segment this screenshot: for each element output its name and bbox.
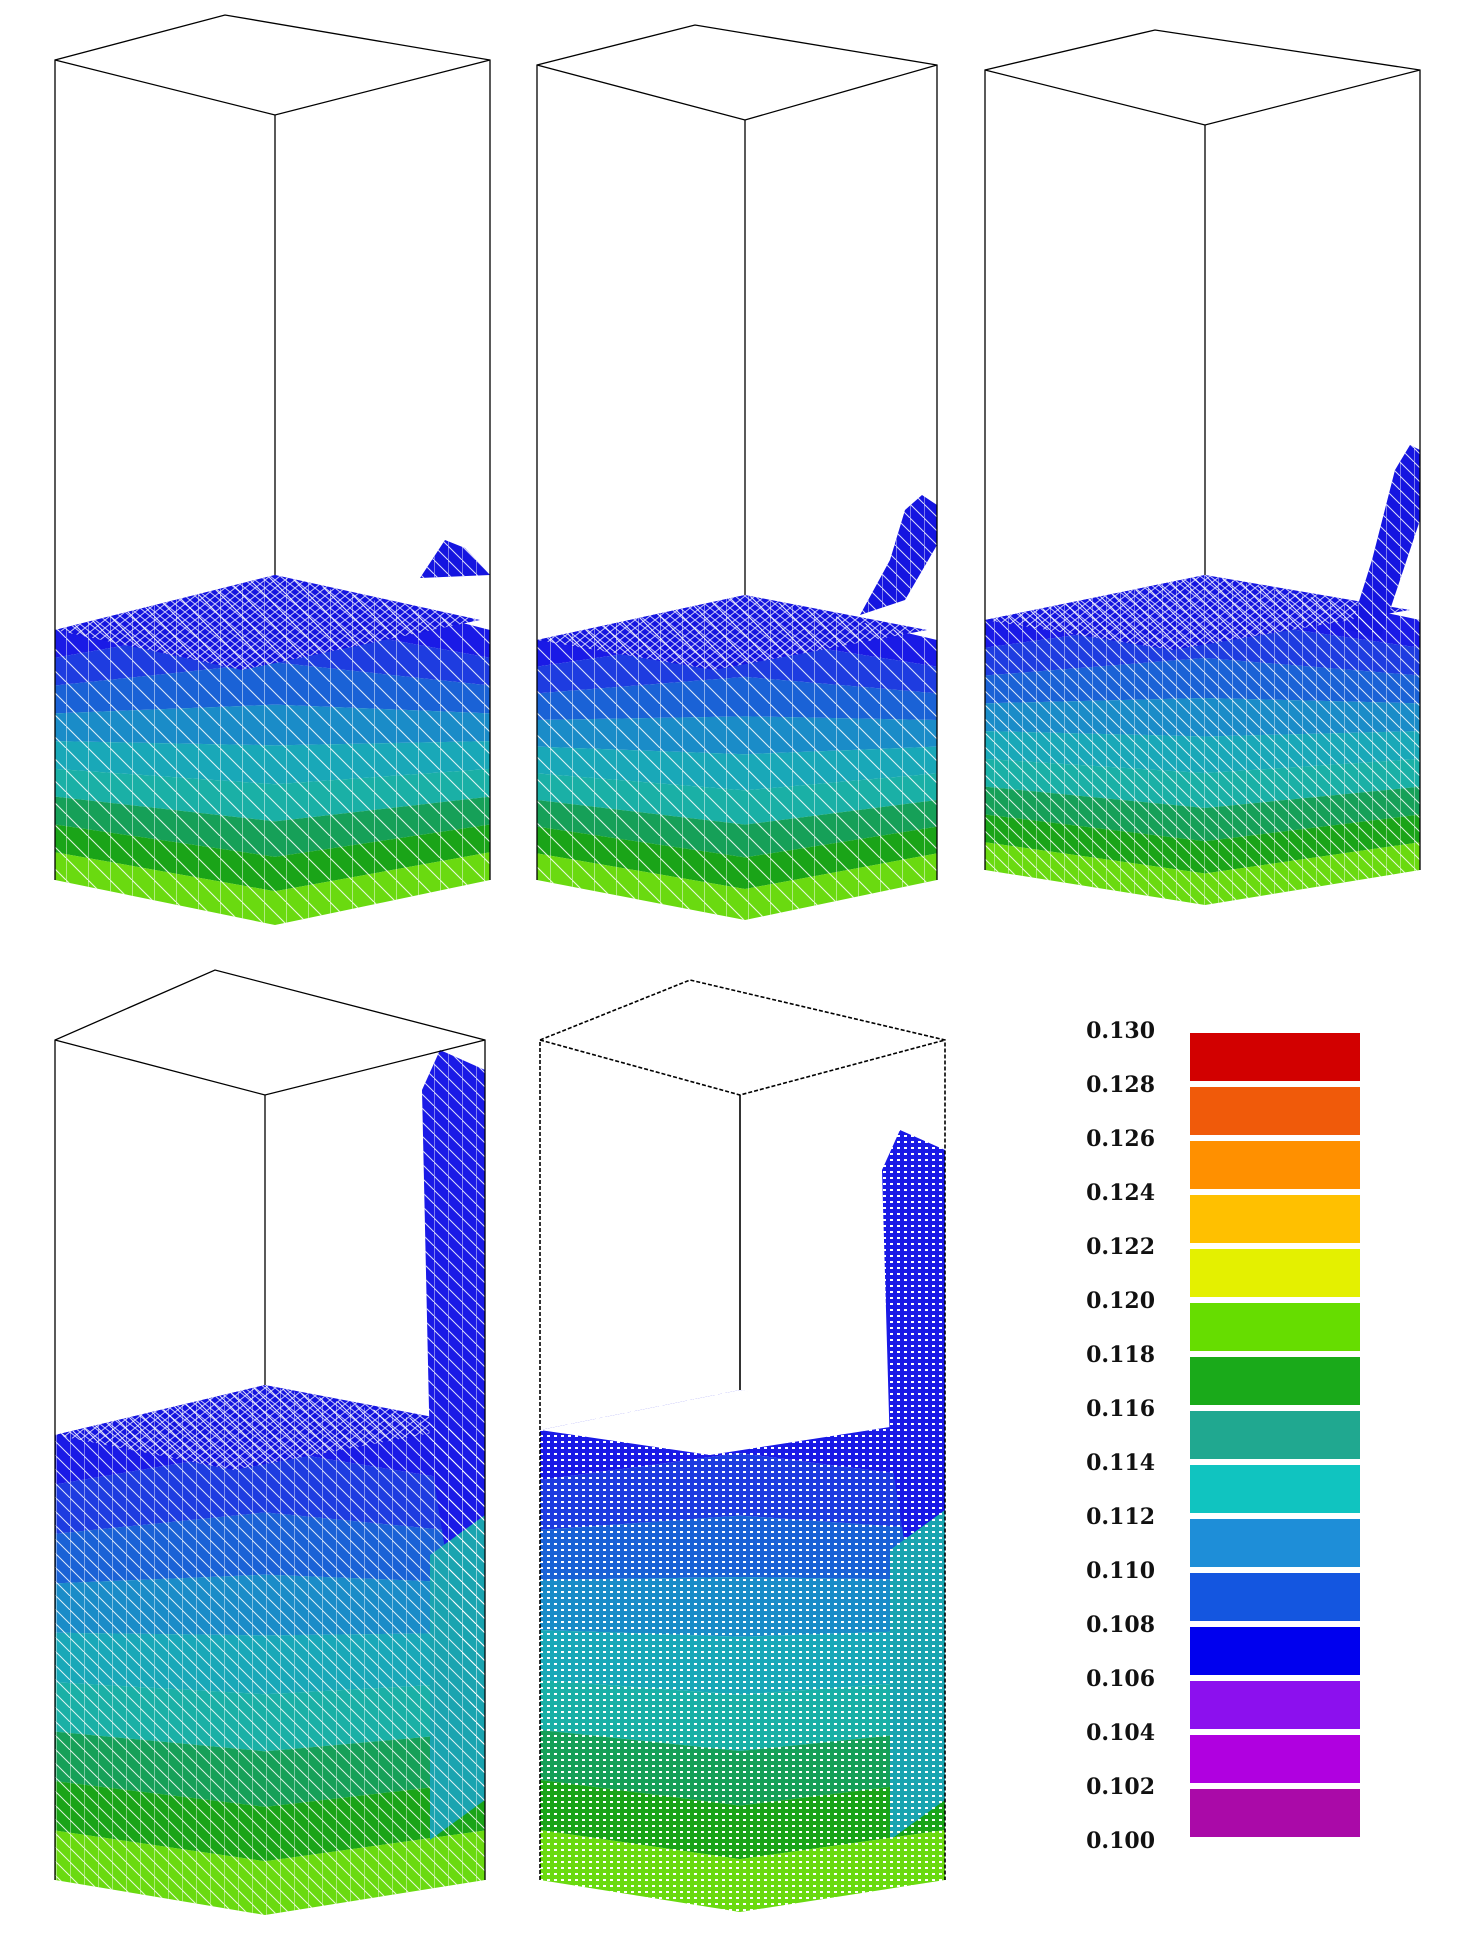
legend-label: 0.110 [1086, 1558, 1155, 1584]
fluid-body [55, 1050, 485, 1915]
legend-label: 0.108 [1086, 1612, 1155, 1638]
legend-label: 0.116 [1086, 1396, 1155, 1422]
fluid-body [537, 495, 937, 920]
legend-label: 0.104 [1086, 1720, 1155, 1746]
legend-swatch [1190, 1681, 1360, 1729]
mesh-overlay [420, 540, 490, 578]
simulation-panel-1 [54, 14, 491, 925]
legend-swatch [1190, 1519, 1360, 1567]
mesh-overlay [55, 575, 490, 925]
mesh-overlay [860, 495, 937, 615]
mesh-overlay [985, 575, 1420, 905]
simulation-panel-4 [54, 969, 486, 1915]
legend-label: 0.106 [1086, 1666, 1155, 1692]
legend-label: 0.126 [1086, 1126, 1155, 1152]
simulation-panel-2 [536, 24, 938, 920]
legend-label: 0.100 [1086, 1828, 1155, 1854]
legend-label: 0.124 [1086, 1180, 1155, 1206]
legend-swatch [1190, 1627, 1360, 1675]
legend-swatch [1190, 1249, 1360, 1297]
fluid-body [55, 540, 490, 925]
legend-swatch [1190, 1141, 1360, 1189]
legend-label: 0.128 [1086, 1072, 1155, 1098]
color-band [540, 1576, 945, 1637]
fluid-body [540, 1130, 945, 1912]
legend-label: 0.112 [1086, 1504, 1155, 1530]
mesh-overlay [537, 595, 937, 920]
legend-swatch [1190, 1789, 1360, 1837]
legend-swatch [1190, 1465, 1360, 1513]
legend-label: 0.114 [1086, 1450, 1155, 1476]
legend-label: 0.120 [1086, 1288, 1155, 1314]
color-legend: 0.130 0.128 0.126 0.124 0.122 0.120 0.118 0.116… [1086, 1018, 1360, 1854]
legend-swatch [1190, 1357, 1360, 1405]
legend-swatch [1190, 1033, 1360, 1081]
legend-swatch [1190, 1411, 1360, 1459]
legend-swatch [1190, 1303, 1360, 1351]
mesh-overlay [55, 1385, 485, 1915]
legend-swatch [1190, 1195, 1360, 1243]
legend-swatch [1190, 1735, 1360, 1783]
wall-film-lower [890, 1510, 945, 1840]
figure: 0.130 0.128 0.126 0.124 0.122 0.120 0.118 0.116… [54, 14, 1421, 1915]
legend-label: 0.102 [1086, 1774, 1155, 1800]
legend-label: 0.130 [1086, 1018, 1155, 1044]
simulation-panel-3 [984, 29, 1421, 905]
simulation-panel-5 [539, 979, 946, 1912]
legend-swatch [1190, 1573, 1360, 1621]
legend-label: 0.122 [1086, 1234, 1155, 1260]
legend-label: 0.118 [1086, 1342, 1155, 1368]
fluid-body [985, 445, 1420, 905]
legend-swatch [1190, 1087, 1360, 1135]
